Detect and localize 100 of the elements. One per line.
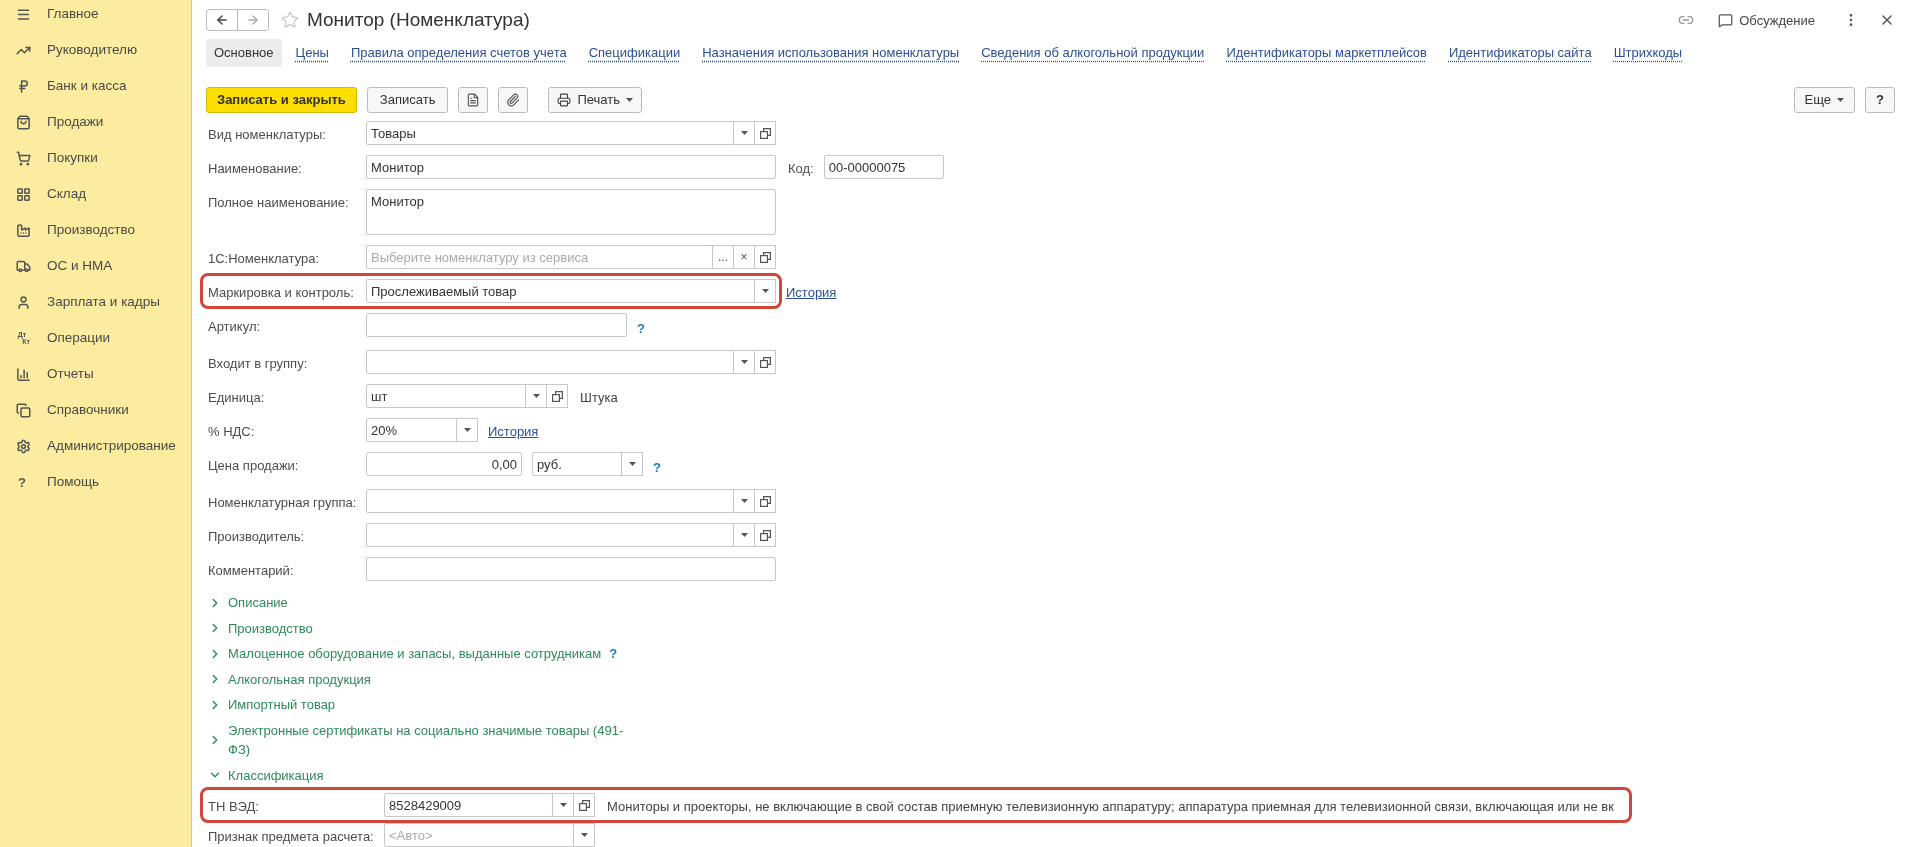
input-field[interactable]: Выберите номенклатуру из сервиса [366, 245, 713, 269]
input-field[interactable]: Прослеживаемый товар [366, 279, 755, 303]
paperclip-icon [506, 93, 521, 108]
attach-button[interactable] [498, 87, 529, 114]
group-header[interactable]: Электронные сертификаты на социально значимые товары (491-ФЗ) [208, 720, 638, 760]
field-label: % НДС: [208, 423, 256, 441]
print-button[interactable]: Печать [548, 87, 642, 114]
back-button[interactable] [206, 9, 238, 32]
save-button[interactable]: Записать [366, 87, 449, 114]
input-field[interactable]: Товары [366, 121, 734, 145]
sidebar-item[interactable]: ? Помощь [0, 464, 191, 500]
input-field[interactable] [366, 350, 734, 374]
input-field[interactable]: <Авто> [384, 823, 574, 847]
group-header[interactable]: Производство [208, 618, 313, 638]
caret-icon [626, 98, 633, 103]
user-icon [16, 294, 31, 310]
field-description: Мониторы и проекторы, не включающие в свой состав приемную телевизионную аппаратуру; аппаратура приемная для телевизионной связи, включающая или не вк [606, 798, 1615, 816]
sidebar-item[interactable]: Производство [0, 212, 191, 248]
truck-icon [16, 258, 31, 274]
tab[interactable]: Идентификаторы сайта [1440, 38, 1600, 67]
sidebar-item[interactable]: ОС и НМА [0, 248, 191, 284]
help-link[interactable]: ? [637, 321, 645, 336]
sidebar-item[interactable]: Руководителю [0, 32, 191, 68]
field-button[interactable]: × [733, 245, 755, 269]
sidebar-item[interactable]: Зарплата и кадры [0, 284, 191, 320]
input-field[interactable]: шт [366, 384, 526, 408]
dropdown-button[interactable] [733, 489, 755, 513]
field-description: Штука [579, 389, 619, 407]
sidebar-item[interactable]: Администрирование [0, 428, 191, 464]
dropdown-button[interactable] [733, 523, 755, 547]
help-button[interactable]: ? [1865, 87, 1895, 114]
dropdown-button[interactable] [525, 384, 547, 408]
printer-icon [557, 93, 572, 108]
dropdown-button[interactable] [733, 121, 755, 145]
dropdown-button[interactable] [552, 793, 574, 817]
list-button[interactable] [458, 87, 489, 114]
history-link[interactable]: История [488, 418, 539, 442]
input-field[interactable]: 0,00 [366, 452, 522, 476]
group-header[interactable]: Малоценное оборудование и запасы, выданные сотрудникам [208, 644, 602, 664]
dropdown-button[interactable] [733, 350, 755, 374]
help-link[interactable]: ? [609, 644, 618, 664]
text-area[interactable]: Монитор [366, 189, 776, 235]
input-field[interactable] [366, 557, 776, 581]
tab[interactable]: Сведения об алкогольной продукции [973, 38, 1213, 67]
caret-icon [463, 428, 471, 432]
open-window-icon [759, 495, 771, 507]
open-window-icon [578, 799, 590, 811]
group-header[interactable]: Описание [208, 593, 288, 613]
input-field[interactable]: 00-00000075 [823, 155, 944, 179]
input-field[interactable] [366, 313, 627, 337]
group-header[interactable]: Импортный товар [208, 695, 336, 715]
star-icon[interactable] [281, 11, 299, 30]
open-button[interactable] [546, 384, 568, 408]
open-button[interactable] [754, 350, 776, 374]
tab[interactable]: Назначения использования номенклатуры [694, 38, 968, 67]
caret-icon [740, 533, 748, 537]
tab[interactable]: Идентификаторы маркетплейсов [1218, 38, 1435, 67]
caret-icon [1837, 98, 1844, 103]
sidebar-item[interactable]: Склад [0, 176, 191, 212]
sidebar-item[interactable]: Продажи [0, 104, 191, 140]
tab[interactable]: Цены [287, 38, 337, 67]
input-field[interactable]: Монитор [366, 155, 776, 179]
tab[interactable]: Спецификации [580, 38, 689, 67]
sidebar-item[interactable]: Банк и касса [0, 68, 191, 104]
factory-icon [16, 222, 31, 238]
save-and-close-button[interactable]: Записать и закрыть [206, 87, 357, 114]
open-button[interactable] [754, 121, 776, 145]
tab[interactable]: Штрихкоды [1605, 38, 1691, 67]
group-header[interactable]: Классификация [208, 765, 324, 785]
field-button[interactable]: ... [712, 245, 734, 269]
more-button[interactable]: Еще [1793, 87, 1855, 114]
tab[interactable]: Основное [206, 38, 282, 67]
input-field[interactable] [366, 523, 734, 547]
open-button[interactable] [754, 489, 776, 513]
dropdown-button[interactable] [754, 279, 776, 303]
input-field[interactable]: 8528429009 [384, 793, 553, 817]
dropdown-button[interactable] [456, 418, 478, 442]
help-link[interactable]: ? [653, 460, 661, 475]
input-field[interactable] [366, 489, 734, 513]
sidebar-item[interactable]: Покупки [0, 140, 191, 176]
group-header[interactable]: Алкогольная продукция [208, 669, 371, 689]
glyph-icon: ? [16, 478, 31, 486]
ruble-icon [16, 78, 31, 94]
dropdown-button[interactable] [621, 452, 643, 476]
menu-icon [16, 6, 31, 22]
caret-icon [740, 360, 748, 364]
input-field[interactable]: руб. [532, 452, 622, 476]
open-button[interactable] [573, 793, 595, 817]
discussion-button[interactable]: Обсуждение [1718, 10, 1815, 30]
sidebar-item[interactable]: Отчеты [0, 356, 191, 392]
input-field[interactable]: 20% [366, 418, 457, 442]
tab[interactable]: Правила определения счетов учета [342, 38, 575, 67]
sidebar-item[interactable]: Справочники [0, 392, 191, 428]
field-label: Полное наименование: [208, 194, 350, 212]
field-label: Единица: [208, 389, 266, 407]
history-link[interactable]: История [786, 279, 837, 303]
sidebar-item[interactable]: Главное [0, 0, 191, 32]
dropdown-button[interactable] [573, 823, 595, 847]
open-button[interactable] [754, 245, 776, 269]
open-button[interactable] [754, 523, 776, 547]
